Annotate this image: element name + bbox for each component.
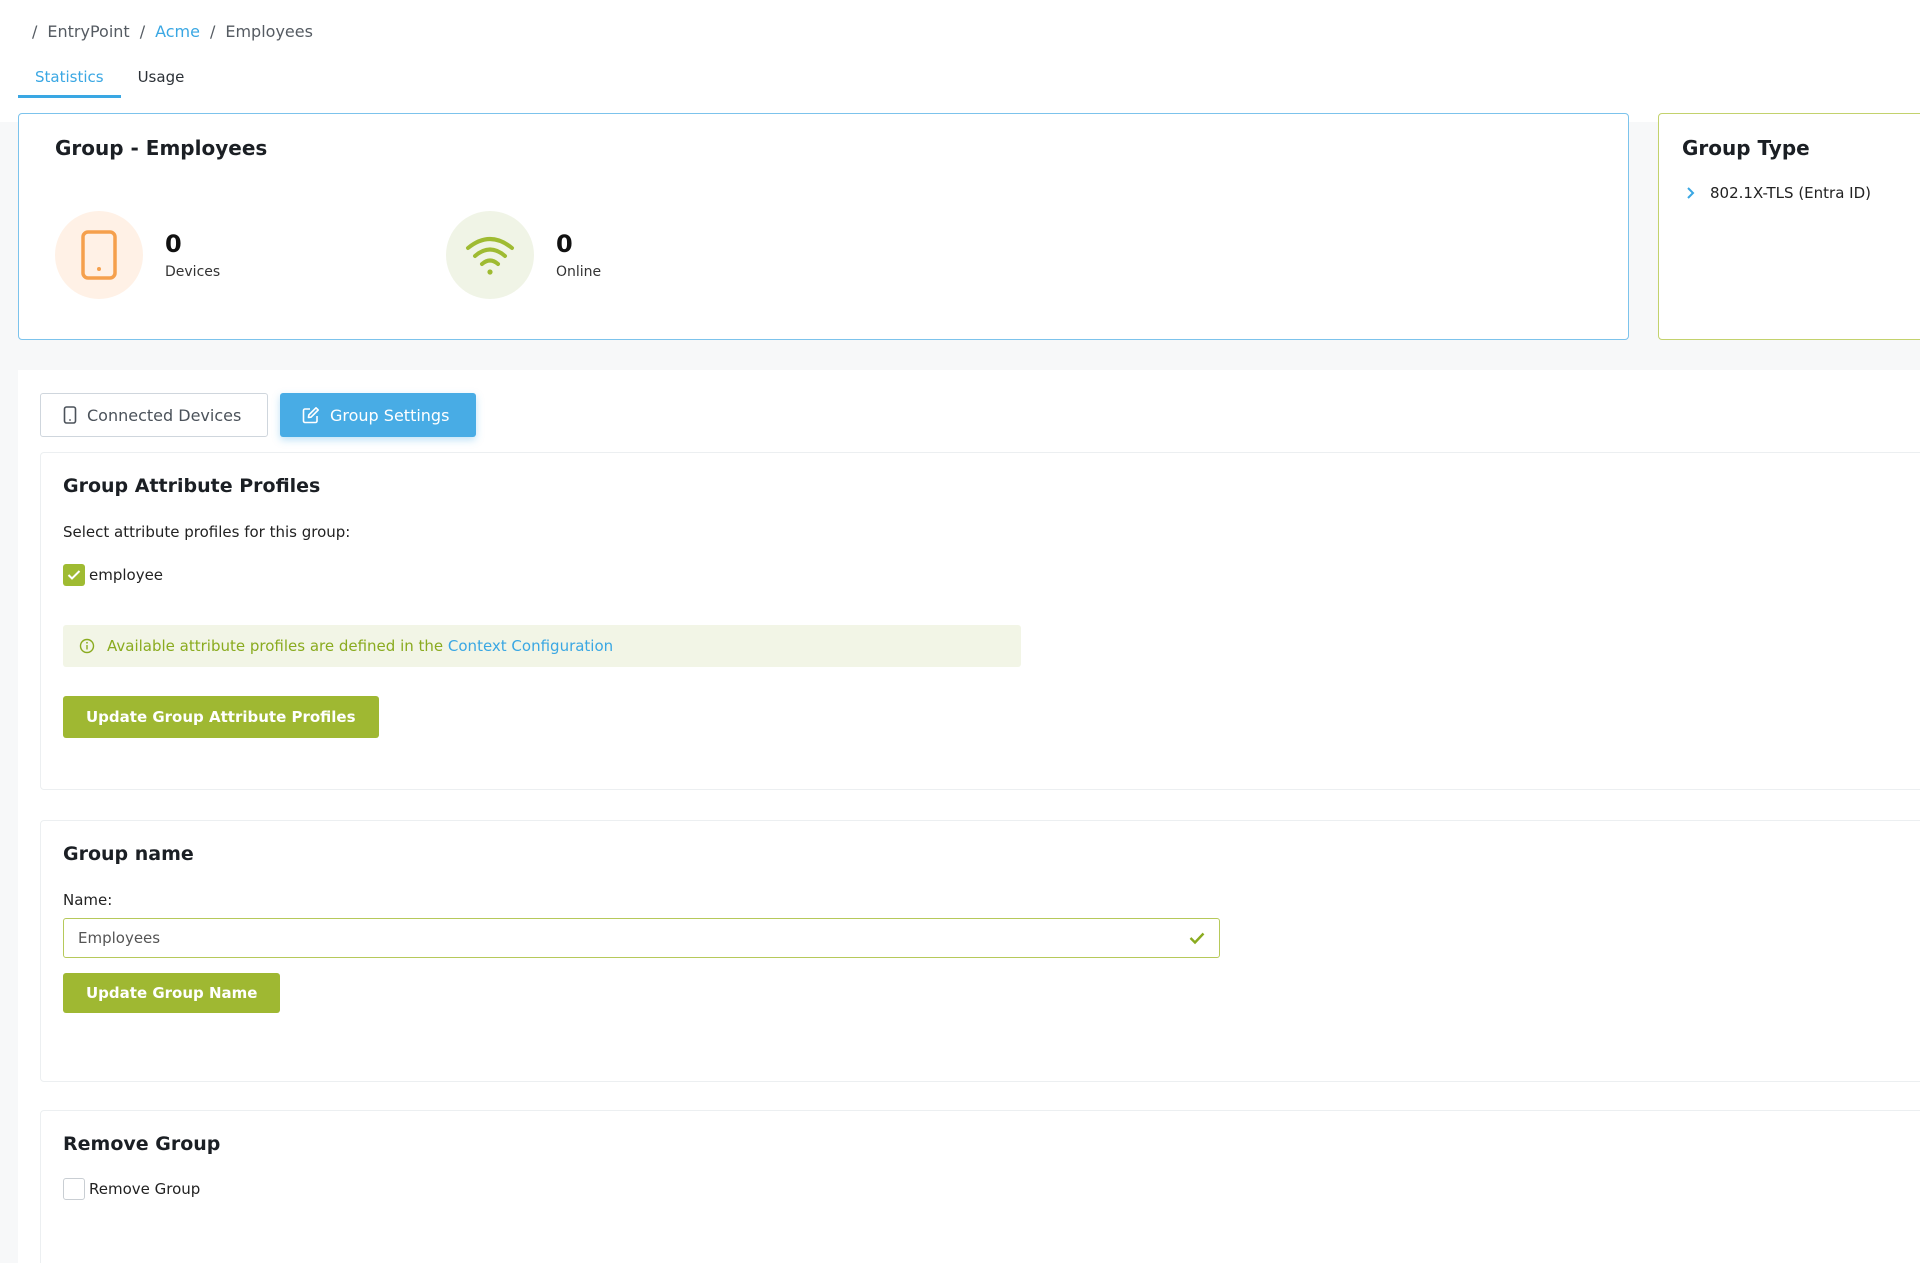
breadcrumb-separator: / — [139, 22, 146, 41]
remove-group-title: Remove Group — [63, 1133, 221, 1155]
employee-profile-option[interactable]: employee — [63, 564, 163, 586]
group-name-input[interactable]: Employees — [63, 918, 1220, 958]
group-stats-card: Group - Employees 0 Devices 0 Online — [18, 113, 1629, 340]
attribute-info-box: Available attribute profiles are defined… — [63, 625, 1021, 667]
online-label: Online — [556, 264, 602, 280]
breadcrumb-acme-link[interactable]: Acme — [155, 22, 200, 41]
group-type-label: 802.1X-TLS (Entra ID) — [1710, 184, 1871, 202]
attribute-info-message: Available attribute profiles are defined… — [107, 637, 448, 655]
group-type-card: Group Type 802.1X-TLS (Entra ID) — [1658, 113, 1920, 340]
group-name-section: Group name Name: Employees Update Group … — [40, 820, 1920, 1082]
devices-count: 0 — [165, 230, 182, 258]
attribute-profiles-section: Group Attribute Profiles Select attribut… — [40, 452, 1920, 790]
employee-checkbox-label: employee — [89, 566, 164, 584]
group-stats-title: Group - Employees — [55, 136, 268, 160]
tablet-icon — [55, 211, 143, 299]
top-bar: / EntryPoint / Acme / Employees Statisti… — [0, 0, 1920, 122]
breadcrumb-root[interactable]: EntryPoint — [47, 22, 129, 41]
devices-stat: 0 Devices — [55, 211, 220, 299]
page-tabs: Statistics Usage — [18, 64, 201, 98]
settings-panel: Connected Devices Group Settings Group A… — [18, 370, 1920, 1263]
group-settings-button[interactable]: Group Settings — [280, 393, 476, 437]
breadcrumb-separator: / — [32, 22, 38, 41]
group-settings-label: Group Settings — [330, 405, 450, 425]
tab-usage[interactable]: Usage — [121, 64, 202, 98]
remove-group-option[interactable]: Remove Group — [63, 1178, 200, 1200]
group-type-item[interactable]: 802.1X-TLS (Entra ID) — [1686, 184, 1871, 202]
group-name-value: Employees — [78, 929, 161, 947]
online-stat: 0 Online — [446, 211, 601, 299]
wifi-icon — [446, 211, 534, 299]
connected-devices-label: Connected Devices — [87, 405, 242, 425]
attribute-info-text: Available attribute profiles are defined… — [107, 637, 613, 655]
breadcrumb: / EntryPoint / Acme / Employees — [32, 22, 313, 41]
connected-devices-button[interactable]: Connected Devices — [40, 393, 268, 437]
group-name-title: Group name — [63, 843, 194, 865]
employee-checkbox[interactable] — [63, 564, 85, 586]
group-type-title: Group Type — [1682, 136, 1810, 160]
online-count: 0 — [556, 230, 573, 258]
update-attribute-profiles-button[interactable]: Update Group Attribute Profiles — [63, 696, 379, 738]
remove-group-checkbox-label: Remove Group — [89, 1180, 201, 1198]
tab-statistics[interactable]: Statistics — [18, 64, 121, 98]
remove-group-section: Remove Group Remove Group — [40, 1110, 1920, 1263]
edit-icon — [302, 407, 319, 424]
devices-label: Devices — [165, 264, 221, 280]
breadcrumb-separator: / — [209, 22, 216, 41]
info-icon — [79, 638, 95, 654]
check-icon — [1189, 932, 1205, 945]
context-configuration-link[interactable]: Context Configuration — [448, 637, 613, 655]
attribute-profiles-title: Group Attribute Profiles — [63, 475, 321, 497]
remove-group-checkbox[interactable] — [63, 1178, 85, 1200]
chevron-right-icon — [1687, 187, 1695, 199]
attribute-profiles-instruction: Select attribute profiles for this group… — [63, 523, 351, 541]
tablet-icon — [63, 406, 77, 424]
group-name-label: Name: — [63, 891, 113, 909]
breadcrumb-current: Employees — [225, 22, 313, 41]
update-group-name-button[interactable]: Update Group Name — [63, 973, 281, 1013]
check-icon — [67, 570, 81, 580]
